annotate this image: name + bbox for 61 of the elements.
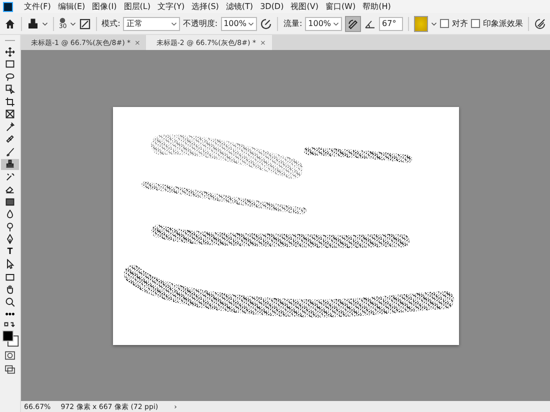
checkbox-label: 印象派效果 (483, 18, 523, 29)
brush-icon (5, 146, 15, 157)
stamp-tool[interactable] (1, 158, 19, 170)
lasso-icon (5, 72, 15, 82)
app-logo-icon (3, 2, 13, 12)
pen-icon (5, 234, 15, 244)
menu-item[interactable]: 滤镜(T) (224, 1, 256, 12)
angle-field[interactable]: 67° (379, 16, 404, 30)
menu-item[interactable]: 3D(D) (258, 2, 286, 11)
object-icon (5, 84, 15, 94)
blur-icon (5, 209, 15, 220)
checkbox-label: 对齐 (452, 18, 468, 29)
menu-item[interactable]: 视图(V) (288, 1, 320, 12)
flow-field[interactable]: 100% (305, 16, 342, 30)
hand-icon (5, 284, 15, 294)
color-swatches-icon[interactable] (2, 330, 18, 347)
mode-label: 模式: (102, 18, 120, 29)
caret-icon (333, 22, 340, 26)
mode-dropdown[interactable]: 正常 (123, 16, 180, 30)
stamp-icon[interactable] (27, 18, 39, 30)
path-icon (5, 259, 15, 270)
caret-icon[interactable] (42, 22, 48, 26)
menu-item[interactable]: 选择(S) (190, 1, 221, 12)
checkbox[interactable] (471, 19, 480, 28)
menu-item[interactable]: 图像(I) (90, 1, 119, 12)
heal-icon (5, 134, 15, 144)
dodge-icon (5, 222, 15, 232)
caret-icon[interactable] (70, 22, 76, 26)
quick-mask-icon[interactable] (4, 350, 16, 361)
opacity-field[interactable]: 100% (220, 16, 258, 30)
pattern-swatch[interactable] (414, 16, 428, 32)
more-tool[interactable]: ••• (1, 308, 19, 320)
brush-settings-icon[interactable] (78, 18, 91, 30)
flow-label: 流量: (283, 18, 302, 29)
opacity-label: 不透明度: (182, 18, 218, 29)
caret-icon (248, 22, 254, 26)
airbrush-toggle[interactable] (345, 16, 362, 32)
menu-item[interactable]: 窗口(W) (323, 1, 358, 12)
menu-item[interactable]: 文件(F) (22, 1, 53, 12)
move-icon (5, 46, 15, 57)
menu-item[interactable]: 图层(L) (122, 1, 152, 12)
airbrush-icon (347, 18, 360, 30)
checkbox[interactable] (440, 19, 449, 28)
swap-colors-icon[interactable] (4, 321, 16, 329)
rect-icon (5, 272, 15, 282)
type-tool[interactable]: T (1, 246, 19, 258)
frame-icon (5, 109, 15, 120)
gradient-icon (5, 196, 15, 207)
stamp-icon (5, 159, 15, 170)
crop-icon (5, 96, 15, 107)
screen-mode-icon[interactable] (4, 364, 16, 375)
caret-icon[interactable] (431, 22, 437, 26)
eraser-icon (5, 184, 15, 194)
home-icon[interactable] (4, 18, 16, 30)
caret-icon (170, 22, 177, 26)
menu-item[interactable]: 帮助(H) (360, 1, 393, 12)
eyedropper-icon (5, 122, 15, 132)
menu-item[interactable]: 文字(Y) (155, 1, 187, 12)
zoom-icon (5, 296, 15, 307)
menu-item[interactable]: 编辑(E) (56, 1, 88, 12)
marquee-icon (5, 59, 15, 70)
